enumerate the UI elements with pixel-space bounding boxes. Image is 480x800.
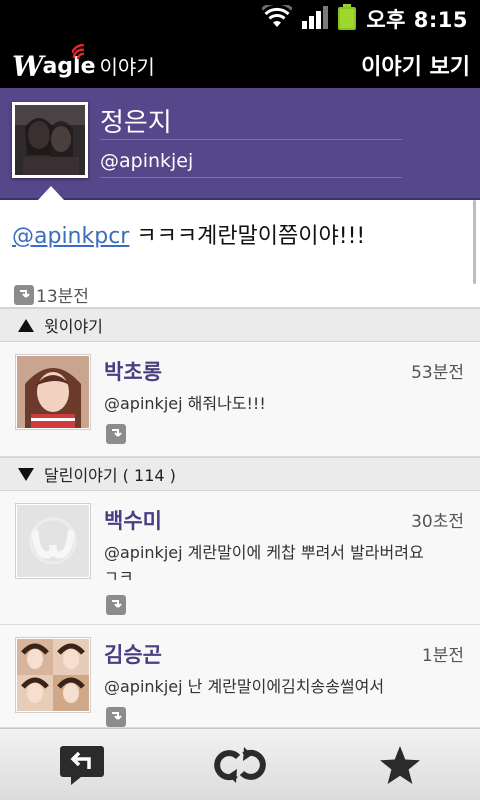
retweet-button[interactable]: [210, 739, 270, 791]
screen-title: 이야기 보기: [361, 55, 470, 80]
bubble-notch: [38, 186, 64, 200]
app-bar: Wagle 이야기 이야기 보기: [0, 38, 480, 88]
avatar[interactable]: [15, 637, 91, 713]
profile-name: 정은지: [100, 102, 402, 140]
item-time: 1분전: [421, 646, 464, 666]
message-body: ㅋㅋㅋ계란말이쯤이야!!!: [129, 224, 366, 249]
signal-icon: [302, 5, 329, 33]
bottom-action-bar: [0, 728, 480, 800]
replies-section-label: 달린이야기 ( 114 ): [44, 466, 176, 485]
reply-arrow-icon: [14, 284, 34, 305]
profile-avatar[interactable]: [12, 102, 88, 178]
star-icon: [380, 746, 420, 784]
wifi-icon: [261, 1, 294, 33]
item-text: @apinkjej 난 계란말이에김치송송썰여서: [104, 677, 385, 696]
upper-section-label: 윗이야기: [44, 317, 103, 336]
mention-link[interactable]: @apinkpcr: [12, 224, 129, 249]
status-clock: 오후 8:15: [366, 8, 468, 32]
wagle-logo: Wagle 이야기: [12, 44, 155, 81]
status-icons: 오후 8:15: [261, 1, 468, 34]
item-author: 김승곤: [104, 643, 162, 667]
message-card: @apinkpcr ㅋㅋㅋ계란말이쯤이야!!! 13분전: [0, 200, 480, 308]
retweet-icon: [214, 747, 266, 783]
logo-wave-icon: [72, 44, 85, 60]
item-text: @apinkjej 해줘나도!!!: [104, 394, 266, 413]
list-item[interactable]: 백수미 30초전 @apinkjej 계란말이에 케찹 뿌려서 발라버려요ㄱㅋ: [0, 491, 480, 625]
reply-arrow-icon[interactable]: [106, 424, 126, 444]
upper-section-header[interactable]: 윗이야기: [0, 308, 480, 342]
expand-down-icon: [18, 467, 34, 481]
avatar-default[interactable]: [15, 503, 91, 579]
list-item[interactable]: 박초롱 53분전 @apinkjej 해줘나도!!!: [0, 342, 480, 457]
status-bar: 오후 8:15: [0, 0, 480, 38]
collapse-up-icon: [18, 318, 34, 332]
reply-button[interactable]: [52, 739, 112, 791]
item-time: 53분전: [411, 363, 464, 383]
item-author: 백수미: [104, 509, 162, 533]
item-time: 30초전: [411, 512, 464, 532]
message-time: 13분전: [14, 282, 89, 307]
item-text: @apinkjej 계란말이에 케찹 뿌려서 발라버려요ㄱㅋ: [104, 543, 424, 586]
battery-icon: [338, 4, 357, 34]
reply-arrow-icon[interactable]: [106, 595, 126, 615]
message-text: @apinkpcr ㅋㅋㅋ계란말이쯤이야!!!: [12, 218, 365, 250]
avatar[interactable]: [15, 354, 91, 430]
scrollbar[interactable]: [473, 200, 476, 284]
profile-header: 정은지 @apinkjej: [0, 88, 480, 200]
reply-icon: [60, 746, 104, 785]
reply-arrow-icon[interactable]: [106, 707, 126, 727]
message-time-label: 13분전: [36, 287, 89, 307]
favorite-button[interactable]: [370, 739, 430, 791]
profile-handle: @apinkjej: [100, 144, 402, 178]
list-item[interactable]: 김승곤 1분전 @apinkjej 난 계란말이에김치송송썰여서: [0, 625, 480, 728]
replies-section-header[interactable]: 달린이야기 ( 114 ): [0, 457, 480, 491]
item-author: 박초롱: [104, 360, 162, 384]
